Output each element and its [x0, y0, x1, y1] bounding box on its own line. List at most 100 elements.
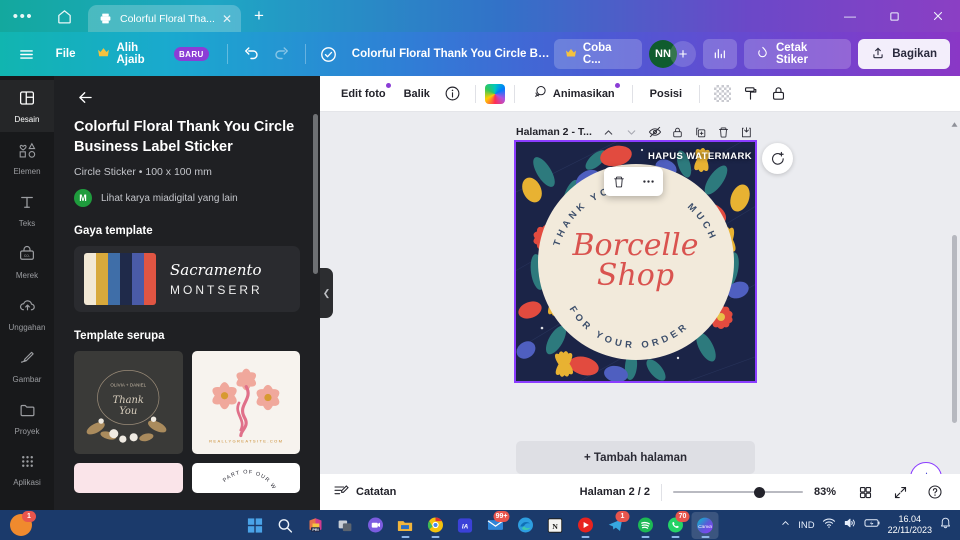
expand-icon[interactable] [888, 480, 912, 504]
template-thumbnail[interactable]: PART OF OUR WEDD [191, 463, 300, 494]
minimize-icon[interactable]: — [828, 0, 872, 32]
delete-icon[interactable] [608, 171, 630, 193]
telegram-icon[interactable]: 1 [602, 510, 630, 539]
close-icon[interactable]: ✕ [222, 13, 232, 25]
help-icon[interactable] [923, 480, 947, 504]
grid-view-icon[interactable] [853, 480, 877, 504]
chrome-icon[interactable] [422, 512, 449, 539]
paint-roller-icon[interactable] [737, 81, 763, 107]
notion-icon[interactable]: N [542, 512, 569, 539]
teams-icon[interactable] [362, 512, 389, 539]
svg-text:You: You [119, 406, 137, 417]
try-canva-pro-button[interactable]: Coba C... [553, 39, 642, 69]
canva-icon[interactable]: Canva [691, 511, 719, 539]
add-comment-icon[interactable] [762, 143, 793, 174]
zoom-slider[interactable] [673, 485, 803, 499]
magic-switch-button[interactable]: Alih Ajaib BARU [87, 40, 218, 68]
battery-charging-icon[interactable] [864, 516, 881, 535]
page-header-label[interactable]: Halaman 2 - T... [516, 126, 592, 138]
font-script-name: Sacramento [170, 261, 262, 280]
add-page-icon[interactable] [736, 121, 758, 143]
sidebar-item-teks[interactable]: Teks [0, 184, 54, 236]
animate-button[interactable]: Animasikan [524, 81, 623, 107]
whatsapp-icon[interactable]: 70 [662, 510, 690, 539]
edge-icon[interactable] [512, 512, 539, 539]
ia-icon[interactable]: IA [452, 512, 479, 539]
notes-button[interactable]: Catatan [333, 483, 396, 502]
info-icon[interactable] [440, 81, 466, 107]
folder-icon[interactable] [392, 512, 419, 539]
hamburger-icon[interactable] [10, 37, 44, 71]
panel-back-button[interactable] [54, 76, 320, 118]
template-thumbnail[interactable]: OLIVIA + DANIEL Thank You [74, 351, 183, 455]
edit-photo-button[interactable]: Edit foto [333, 81, 394, 107]
sidebar-label: Merek [15, 270, 39, 280]
sidebar-item-elemen[interactable]: Elemen [0, 132, 54, 184]
maximize-icon[interactable] [872, 0, 916, 32]
template-style-card[interactable]: Sacramento MONTSERR [74, 246, 300, 313]
insights-button[interactable] [702, 39, 737, 69]
position-button[interactable]: Posisi [642, 81, 690, 107]
notification-bubble[interactable]: 1 [10, 511, 36, 536]
invite-people-button[interactable]: + [669, 41, 696, 67]
chevron-down-icon[interactable] [621, 121, 643, 143]
more-options-icon[interactable] [637, 171, 659, 193]
cloud-saved-icon[interactable] [314, 39, 344, 69]
start-button[interactable] [242, 512, 269, 539]
canvas-vertical-scrollbar[interactable] [952, 235, 957, 423]
mail-icon[interactable]: 99+ [482, 510, 510, 539]
canva-editor-window: ••• Colorful Floral Tha... ✕ + — File Al… [0, 0, 960, 540]
design-page-canvas[interactable]: HAPUS WATERMARK THANK YOU SO MUCH [514, 140, 757, 383]
chevron-up-icon[interactable] [780, 516, 791, 534]
brand-kit-icon: co. [18, 245, 36, 268]
chevron-up-icon[interactable] [598, 121, 620, 143]
template-thumbnail[interactable] [74, 463, 183, 494]
template-thumbnail[interactable]: REALLYGREATSITE.COM [191, 351, 300, 455]
lock-icon[interactable] [765, 81, 791, 107]
browser-tab-active[interactable]: Colorful Floral Tha... ✕ [88, 5, 241, 32]
hide-page-icon[interactable] [644, 121, 666, 143]
undo-icon[interactable] [236, 39, 266, 69]
sidebar-item-unggahan[interactable]: Unggahan [0, 288, 54, 340]
sidebar-item-aplikasi[interactable]: Aplikasi [0, 444, 54, 496]
canva-top-toolbar: File Alih Ajaib BARU Colorful Floral Tha… [0, 32, 960, 76]
task-view-icon[interactable] [332, 512, 359, 539]
browser-tab-strip: ••• Colorful Floral Tha... ✕ + — [0, 0, 960, 32]
home-icon[interactable] [46, 0, 82, 32]
flip-button[interactable]: Balik [396, 81, 438, 107]
spotify-icon[interactable] [632, 512, 659, 539]
delete-page-icon[interactable] [713, 121, 735, 143]
zoom-value[interactable]: 83% [814, 486, 842, 498]
sidebar-item-proyek[interactable]: Proyek [0, 392, 54, 444]
collapse-panel-handle[interactable]: ❮ [320, 268, 333, 318]
redo-icon[interactable] [267, 39, 297, 69]
browser-menu-icon[interactable]: ••• [0, 0, 46, 32]
panel-scrollbar[interactable] [313, 114, 318, 274]
share-button[interactable]: Bagikan [858, 39, 950, 69]
youtube-music-icon[interactable] [572, 512, 599, 539]
lock-page-icon[interactable] [667, 121, 689, 143]
zoom-slider-knob[interactable] [753, 486, 765, 498]
sidebar-item-merek[interactable]: co. Merek [0, 236, 54, 288]
duplicate-page-icon[interactable] [690, 121, 712, 143]
language-indicator[interactable]: IND [798, 520, 814, 531]
office-icon[interactable]: PRI [302, 512, 329, 539]
file-menu[interactable]: File [46, 40, 86, 68]
sidebar-item-desain[interactable]: Desain [0, 80, 54, 132]
bell-icon[interactable] [939, 516, 952, 534]
document-title[interactable]: Colorful Floral Thank You Circle Busi... [352, 48, 552, 60]
close-icon[interactable] [916, 0, 960, 32]
sidebar-item-gambar[interactable]: Gambar [0, 340, 54, 392]
clock[interactable]: 16.04 22/11/2023 [888, 514, 932, 537]
print-sticker-button[interactable]: Cetak Stiker [743, 39, 852, 69]
windows-taskbar: 1 PRI IA 99+ N 1 70 Canva IND 16.04 22/1… [0, 510, 960, 540]
volume-icon[interactable] [843, 516, 857, 535]
scroll-up-arrow[interactable] [950, 116, 959, 127]
rainbow-gradient-swatch[interactable] [484, 83, 505, 104]
search-icon[interactable] [272, 512, 299, 539]
transparency-icon[interactable] [709, 81, 735, 107]
wifi-icon[interactable] [822, 516, 836, 535]
author-link[interactable]: M Lihat karya miadigital yang lain [74, 189, 300, 208]
new-tab-button[interactable]: + [241, 0, 277, 32]
add-page-button[interactable]: + Tambah halaman [516, 441, 755, 474]
